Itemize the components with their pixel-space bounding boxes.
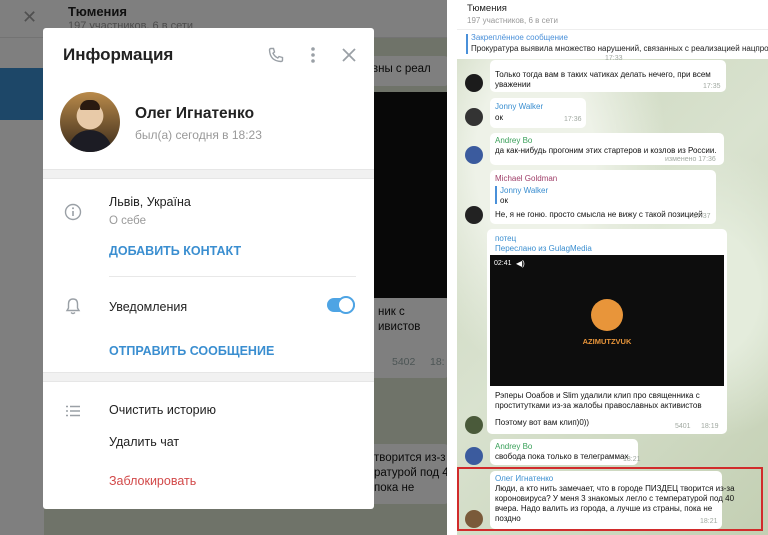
chat-title: Тюмения <box>467 3 507 14</box>
pinned-text: Прокуратура выявила множество нарушений,… <box>471 44 768 53</box>
notifications-label: Уведомления <box>109 300 188 314</box>
volume-icon[interactable]: ◀) <box>516 259 525 268</box>
forwarded-from[interactable]: Переслано из GulagMedia <box>495 244 592 253</box>
chat-subtitle: 197 участников, 6 в сети <box>467 16 558 25</box>
avatar[interactable] <box>465 146 483 164</box>
avatar[interactable] <box>465 74 483 92</box>
user-name: Олег Игнатенко <box>135 105 255 122</box>
message-sender[interactable]: Andrey Bo <box>495 136 532 145</box>
location-text: Львів, Україна <box>109 195 191 209</box>
last-seen: был(а) сегодня в 18:23 <box>135 128 262 142</box>
message-text: проститутками из-за жалобы православных … <box>495 401 702 410</box>
message-text: ок <box>495 113 503 122</box>
avatar[interactable] <box>465 108 483 126</box>
close-icon[interactable] <box>339 45 359 65</box>
notifications-toggle[interactable] <box>327 296 355 314</box>
message-time: 17:37 <box>693 213 711 220</box>
message-time: 17:36 <box>564 116 582 123</box>
message-text: да как-нибудь прогоним этих стартеров и … <box>495 146 717 155</box>
more-vertical-icon[interactable] <box>303 45 323 65</box>
message-time: 18:19 <box>701 423 719 430</box>
video-brand: AZIMUTZVUK <box>582 337 632 346</box>
right-screenshot: Тюмения 197 участников, 6 в сети Закрепл… <box>457 0 768 535</box>
views-count: 5401 <box>675 423 691 430</box>
about-label: О себе <box>109 215 147 227</box>
message-sender[interactable]: Jonny Walker <box>495 102 543 111</box>
add-contact-button[interactable]: ДОБАВИТЬ КОНТАКТ <box>109 244 241 258</box>
message-sender[interactable]: Michael Goldman <box>495 174 557 183</box>
message-sender[interactable]: Andrey Bo <box>495 442 532 451</box>
message-sender[interactable]: потец <box>495 234 516 243</box>
modal-title: Информация <box>63 45 174 64</box>
avatar[interactable] <box>465 416 483 434</box>
message-time: 18:21 <box>623 456 641 463</box>
message-text: Поэтому вот вам клип)0)) <box>495 418 590 427</box>
delete-chat-button[interactable]: Удалить чат <box>109 435 179 449</box>
message-time: 17:33 <box>605 55 623 62</box>
left-screenshot: ✕ Тюмения 197 участников, 6 в сети вны с… <box>0 0 447 535</box>
avatar[interactable] <box>465 206 483 224</box>
section-divider <box>43 372 374 382</box>
phone-icon[interactable] <box>266 45 286 65</box>
highlight-frame <box>457 467 763 531</box>
list-icon <box>63 401 83 421</box>
message-text: свобода пока только в телеграммах <box>495 452 629 461</box>
message-time: 17:35 <box>703 83 721 90</box>
video-player[interactable]: 02:41 ◀) AZIMUTZVUK <box>490 255 724 386</box>
section-divider <box>43 169 374 179</box>
block-user-button[interactable]: Заблокировать <box>109 474 196 488</box>
bell-icon <box>63 296 83 316</box>
avatar[interactable] <box>60 92 120 152</box>
video-duration: 02:41 <box>494 260 512 267</box>
chat-header: Тюмения 197 участников, 6 в сети <box>457 0 768 29</box>
info-icon <box>63 202 83 222</box>
channel-logo-icon <box>591 299 623 331</box>
quote-text: ок <box>500 196 508 205</box>
clear-history-button[interactable]: Очистить историю <box>109 403 216 417</box>
message-text: Не, я не гоню. просто смысла не вижу с т… <box>495 210 703 219</box>
message-text: Рэперы Ооабов и Slim удалили клип про св… <box>495 391 700 400</box>
divider <box>109 276 356 277</box>
send-message-button[interactable]: ОТПРАВИТЬ СООБЩЕНИЕ <box>109 344 274 358</box>
message-text: уважении <box>495 80 531 89</box>
avatar[interactable] <box>465 447 483 465</box>
quote-sender: Jonny Walker <box>500 186 549 195</box>
message-time: изменено 17:36 <box>665 156 716 163</box>
info-modal: Информация Олег Игнатенко был(а) сегодня… <box>43 28 374 509</box>
message-text: Только тогда вам в таких чатиках делать … <box>495 70 711 79</box>
pinned-title: Закреплённое сообщение <box>471 33 568 42</box>
